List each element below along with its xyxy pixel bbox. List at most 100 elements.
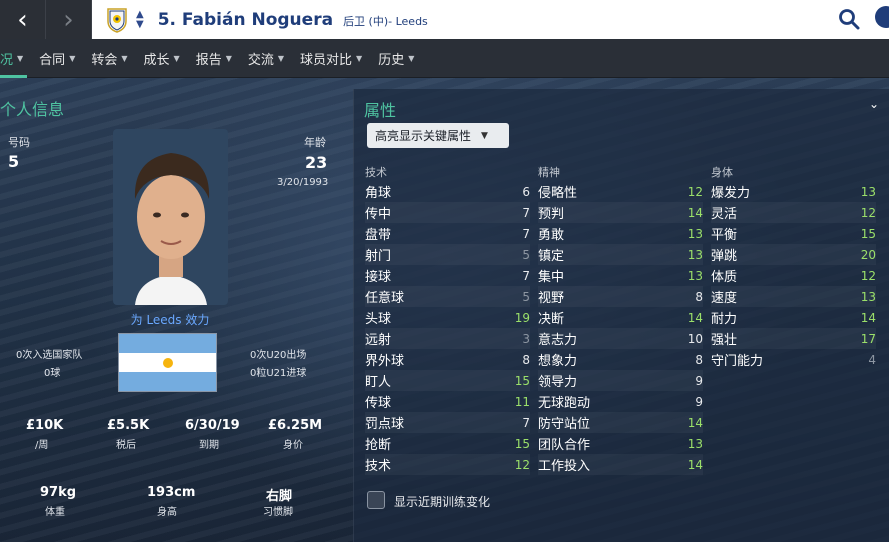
attribute-value: 5	[522, 289, 530, 304]
goals-text: 0球	[44, 368, 61, 379]
attribute-name: 团队合作	[538, 438, 591, 453]
tab-contract[interactable]: 合同 ▼	[31, 39, 83, 78]
u21-goals-text: 0粒U21进球	[250, 368, 307, 379]
attribute-row[interactable]: 远射 3	[365, 328, 530, 349]
attribute-value: 15	[514, 436, 530, 451]
attribute-name: 集中	[538, 270, 565, 285]
attribute-row[interactable]: 决断 14	[538, 307, 703, 328]
attribute-row[interactable]: 集中 13	[538, 265, 703, 286]
highlight-attributes-dropdown[interactable]: 高亮显示关键属性 ▼	[367, 123, 509, 148]
tab-label: 况	[0, 52, 14, 68]
attribute-row[interactable]: 预判 14	[538, 202, 703, 223]
attribute-value: 13	[687, 436, 703, 451]
tab-overview[interactable]: 况 ▼	[0, 39, 31, 78]
attribute-value: 12	[514, 457, 530, 472]
chevron-up-icon[interactable]: ▲	[136, 9, 144, 20]
training-changes-checkbox[interactable]	[367, 491, 385, 509]
attribute-row[interactable]: 防守站位 14	[538, 412, 703, 433]
attribute-row[interactable]: 平衡 15	[711, 223, 876, 244]
attribute-row[interactable]: 无球跑动 9	[538, 391, 703, 412]
player-position-club[interactable]: 后卫 (中)- Leeds	[343, 13, 428, 29]
tab-development[interactable]: 成长 ▼	[136, 39, 188, 78]
help-icon[interactable]	[875, 6, 889, 28]
flag-band-top	[119, 334, 216, 353]
tab-transfer[interactable]: 转会 ▼	[83, 39, 135, 78]
contract-expiry-value: 6/30/19	[185, 418, 240, 433]
attribute-row[interactable]: 强壮 17	[711, 328, 876, 349]
attribute-name: 镇定	[538, 249, 565, 264]
attribute-value: 9	[695, 394, 703, 409]
attribute-row[interactable]: 想象力 8	[538, 349, 703, 370]
attribute-row[interactable]: 接球 7	[365, 265, 530, 286]
attribute-row[interactable]: 工作投入 14	[538, 454, 703, 475]
tab-history[interactable]: 历史 ▼	[370, 39, 422, 78]
attribute-value: 12	[687, 184, 703, 199]
attribute-row[interactable]: 传球 11	[365, 391, 530, 412]
attribute-row[interactable]: 弹跳 20	[711, 244, 876, 265]
weight-label: 体重	[45, 507, 65, 518]
attribute-row[interactable]: 速度 13	[711, 286, 876, 307]
attribute-value: 13	[860, 289, 876, 304]
attribute-value: 20	[860, 247, 876, 262]
attribute-row[interactable]: 传中 7	[365, 202, 530, 223]
attribute-value: 13	[687, 226, 703, 241]
attribute-name: 抢断	[365, 438, 392, 453]
attribute-value: 7	[522, 268, 530, 283]
attribute-row[interactable]: 抢断 15	[365, 433, 530, 454]
attribute-row[interactable]: 罚点球 7	[365, 412, 530, 433]
attribute-name: 想象力	[538, 354, 578, 369]
attribute-name: 工作投入	[538, 459, 591, 474]
attribute-row[interactable]: 视野 8	[538, 286, 703, 307]
attribute-row[interactable]: 任意球 5	[365, 286, 530, 307]
club-badge[interactable]	[100, 7, 134, 33]
attribute-row[interactable]: 领导力 9	[538, 370, 703, 391]
attribute-row[interactable]: 角球 6	[365, 181, 530, 202]
attribute-value: 6	[522, 184, 530, 199]
attribute-row[interactable]: 头球 19	[365, 307, 530, 328]
tab-compare[interactable]: 球员对比 ▼	[292, 39, 370, 78]
attribute-row[interactable]: 镇定 13	[538, 244, 703, 265]
attribute-row[interactable]: 技术 12	[365, 454, 530, 475]
wage-label: /周	[35, 440, 49, 451]
attribute-row[interactable]: 灵活 12	[711, 202, 876, 223]
attribute-row[interactable]: 侵略性 12	[538, 181, 703, 202]
caps-text: 0次入选国家队	[16, 350, 83, 361]
attribute-row[interactable]: 守门能力 4	[711, 349, 876, 370]
player-switch-control[interactable]: ▲ ▼	[136, 9, 144, 30]
attributes-title: 属性	[364, 101, 397, 120]
chevron-down-icon[interactable]: ⌄	[869, 97, 879, 111]
club-crest-icon	[107, 7, 127, 33]
attribute-row[interactable]: 界外球 8	[365, 349, 530, 370]
chevron-left-icon: ‹	[17, 4, 28, 35]
attribute-row[interactable]: 意志力 10	[538, 328, 703, 349]
chevron-down-icon: ▼	[173, 53, 180, 63]
chevron-down-icon[interactable]: ▼	[136, 19, 144, 30]
attribute-row[interactable]: 盯人 15	[365, 370, 530, 391]
argentina-flag-icon[interactable]	[118, 333, 217, 392]
attribute-row[interactable]: 射门 5	[365, 244, 530, 265]
attribute-value: 5	[522, 247, 530, 262]
training-changes-label: 显示近期训练变化	[394, 495, 491, 509]
attribute-row[interactable]: 爆发力 13	[711, 181, 876, 202]
attribute-value: 8	[695, 352, 703, 367]
forward-button[interactable]: ›	[46, 0, 92, 39]
tab-interaction[interactable]: 交流 ▼	[240, 39, 292, 78]
attribute-row[interactable]: 勇敢 13	[538, 223, 703, 244]
title-bar: ‹ › ▲ ▼ 5. Fabián Noguera 后卫 (中)- Leeds	[0, 0, 889, 39]
search-icon[interactable]	[837, 7, 861, 31]
attribute-name: 射门	[365, 249, 392, 264]
attribute-name: 守门能力	[711, 354, 764, 369]
attribute-name: 勇敢	[538, 228, 565, 243]
attribute-row[interactable]: 盘带 7	[365, 223, 530, 244]
attribute-row[interactable]: 耐力 14	[711, 307, 876, 328]
back-button[interactable]: ‹	[0, 0, 46, 39]
chevron-down-icon: ▼	[408, 53, 415, 63]
player-photo	[113, 129, 228, 305]
tab-reports[interactable]: 报告 ▼	[188, 39, 240, 78]
weight-value: 97kg	[40, 485, 77, 500]
attribute-value: 9	[695, 373, 703, 388]
attribute-row[interactable]: 团队合作 13	[538, 433, 703, 454]
plays-for-link[interactable]: 为 Leeds 效力	[100, 311, 240, 328]
contract-expiry-label: 到期	[199, 440, 219, 451]
attribute-row[interactable]: 体质 12	[711, 265, 876, 286]
